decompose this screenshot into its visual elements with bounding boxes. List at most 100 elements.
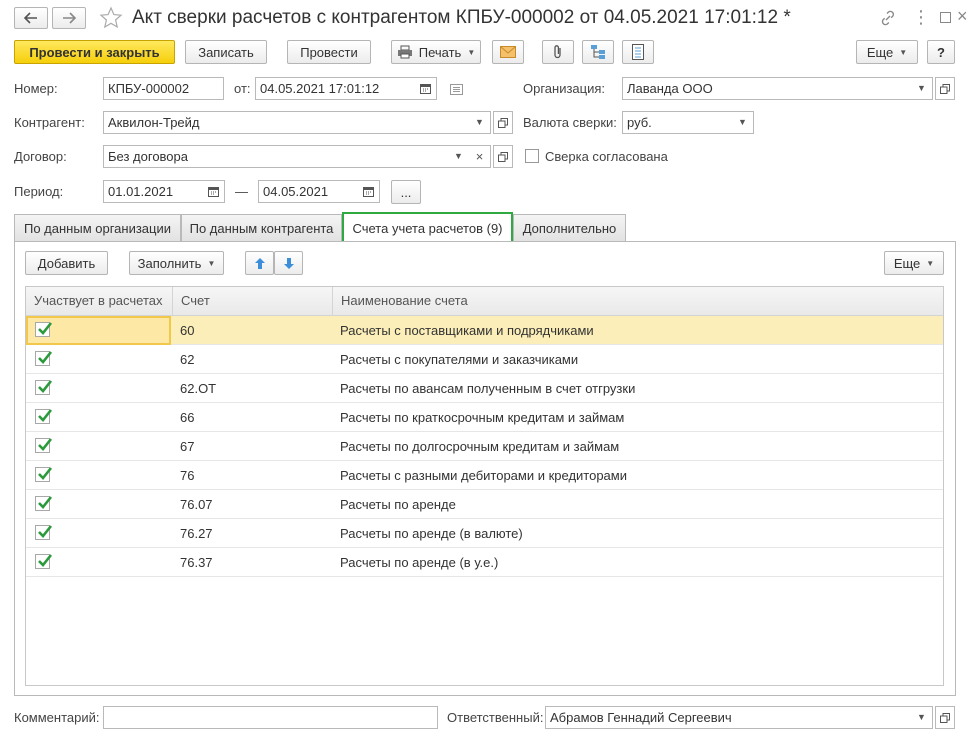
organization-field[interactable]: Лаванда ООО ▼ [622, 77, 933, 100]
checkmark-icon [38, 351, 53, 364]
post-button[interactable]: Провести [287, 40, 371, 64]
checkmark-icon [38, 525, 53, 538]
participates-checkbox[interactable] [35, 322, 53, 337]
table-more-label: Еще [893, 255, 921, 271]
chevron-down-icon[interactable]: ▼ [911, 77, 932, 100]
account-code-cell: 66 [180, 410, 195, 425]
forward-button[interactable] [52, 7, 86, 29]
checkmark-icon [38, 467, 53, 480]
fill-button[interactable]: Заполнить ▼ [129, 251, 224, 275]
help-button[interactable]: ? [927, 40, 955, 64]
table-row[interactable]: 76.07 Расчеты по аренде [26, 490, 943, 519]
currency-label: Валюта сверки: [523, 115, 617, 130]
favorite-star-icon[interactable] [99, 6, 123, 30]
open-window-icon [940, 83, 950, 94]
calendar-icon[interactable] [415, 77, 436, 100]
open-responsible-button[interactable] [935, 706, 955, 729]
tab-settlement-accounts[interactable]: Счета учета расчетов (9) [342, 212, 513, 243]
period-to-value: 04.05.2021 [263, 184, 329, 199]
accounts-table[interactable]: Участвует в расчетах Счет Наименование с… [25, 286, 944, 686]
agreed-checkbox[interactable] [525, 149, 539, 163]
column-header-account[interactable]: Счет [172, 287, 332, 316]
chevron-down-icon: ▼ [899, 47, 908, 57]
table-row[interactable]: 66 Расчеты по краткосрочным кредитам и за… [26, 403, 943, 432]
responsible-field[interactable]: Абрамов Геннадий Сергеевич ▼ [545, 706, 933, 729]
date-value: 04.05.2021 17:01:12 [260, 81, 380, 96]
add-button[interactable]: Добавить [25, 251, 108, 275]
calendar-icon[interactable] [203, 180, 224, 203]
chevron-down-icon[interactable]: ▼ [448, 145, 469, 168]
account-code-cell: 67 [180, 439, 195, 454]
comment-field[interactable] [103, 706, 438, 729]
print-label: Печать [418, 44, 462, 60]
participates-checkbox[interactable] [35, 525, 53, 540]
participates-checkbox[interactable] [35, 554, 53, 569]
tab-organization-data[interactable]: По данным организации [14, 214, 181, 241]
fill-label: Заполнить [137, 255, 202, 271]
report-button[interactable] [622, 40, 654, 64]
calendar-icon[interactable] [358, 180, 379, 203]
structure-button[interactable] [582, 40, 614, 64]
chevron-down-icon[interactable]: ▼ [732, 111, 753, 134]
attach-button[interactable] [542, 40, 574, 64]
period-label: Период: [14, 184, 64, 199]
column-header-participates[interactable]: Участвует в расчетах [26, 287, 172, 316]
account-name-cell: Расчеты по авансам полученным в счет отг… [340, 381, 636, 396]
maximize-icon[interactable] [940, 12, 951, 23]
currency-field[interactable]: руб. ▼ [622, 111, 754, 134]
tab-additional[interactable]: Дополнительно [513, 214, 626, 241]
counterparty-value: Аквилон-Трейд [108, 115, 200, 130]
participates-checkbox[interactable] [35, 496, 53, 511]
date-label: от: [234, 81, 251, 96]
period-from-field[interactable]: 01.01.2021 [103, 180, 225, 203]
table-row[interactable]: 62.ОТ Расчеты по авансам полученным в сче… [26, 374, 943, 403]
participates-checkbox[interactable] [35, 380, 53, 395]
move-down-button[interactable] [274, 251, 303, 275]
date-field[interactable]: 04.05.2021 17:01:12 [255, 77, 437, 100]
close-icon[interactable]: × [957, 6, 968, 27]
open-organization-button[interactable] [935, 77, 955, 100]
more-vertical-icon[interactable]: ⋮ [912, 8, 930, 26]
open-counterparty-button[interactable] [493, 111, 513, 134]
print-button[interactable]: Печать ▼ [391, 40, 481, 64]
clear-icon[interactable]: × [469, 145, 490, 168]
checkmark-icon [38, 438, 53, 451]
account-name-cell: Расчеты с разными дебиторами и кредитора… [340, 468, 627, 483]
period-select-button[interactable]: ... [391, 180, 421, 204]
counterparty-field[interactable]: Аквилон-Трейд ▼ [103, 111, 491, 134]
table-row[interactable]: 76 Расчеты с разными дебиторами и кредито… [26, 461, 943, 490]
account-code-cell: 76.27 [180, 526, 213, 541]
number-field[interactable]: КПБУ-000002 [103, 77, 224, 100]
period-from-value: 01.01.2021 [108, 184, 174, 199]
table-row[interactable]: 67 Расчеты по долгосрочным кредитам и зай… [26, 432, 943, 461]
period-to-field[interactable]: 04.05.2021 [258, 180, 380, 203]
table-row[interactable]: 62 Расчеты с покупателями и заказчиками [26, 345, 943, 374]
move-up-button[interactable] [245, 251, 274, 275]
account-name-cell: Расчеты по долгосрочным кредитам и займа… [340, 439, 620, 454]
email-button[interactable] [492, 40, 524, 64]
table-row[interactable]: 76.27 Расчеты по аренде (в валюте) [26, 519, 943, 548]
save-button[interactable]: Записать [185, 40, 267, 64]
period-dash: — [235, 184, 248, 199]
back-button[interactable] [14, 7, 48, 29]
tab-counterparty-data[interactable]: По данным контрагента [181, 214, 342, 241]
open-contract-button[interactable] [493, 145, 513, 168]
participates-checkbox[interactable] [35, 351, 53, 366]
history-icon[interactable] [450, 83, 463, 98]
post-and-close-button[interactable]: Провести и закрыть [14, 40, 175, 64]
hierarchy-icon [591, 45, 605, 59]
chevron-down-icon: ▼ [207, 258, 216, 268]
table-row[interactable]: 60 Расчеты с поставщиками и подрядчиками [26, 316, 943, 345]
column-header-account-name[interactable]: Наименование счета [332, 287, 944, 316]
participates-checkbox[interactable] [35, 409, 53, 424]
participates-checkbox[interactable] [35, 467, 53, 482]
account-code-cell: 62.ОТ [180, 381, 217, 396]
more-button[interactable]: Еще ▼ [856, 40, 918, 64]
table-row[interactable]: 76.37 Расчеты по аренде (в у.е.) [26, 548, 943, 577]
contract-field[interactable]: Без договора ▼ × [103, 145, 491, 168]
table-more-button[interactable]: Еще ▼ [884, 251, 944, 275]
link-icon[interactable] [879, 9, 897, 30]
participates-checkbox[interactable] [35, 438, 53, 453]
chevron-down-icon[interactable]: ▼ [469, 111, 490, 134]
chevron-down-icon[interactable]: ▼ [911, 706, 932, 729]
